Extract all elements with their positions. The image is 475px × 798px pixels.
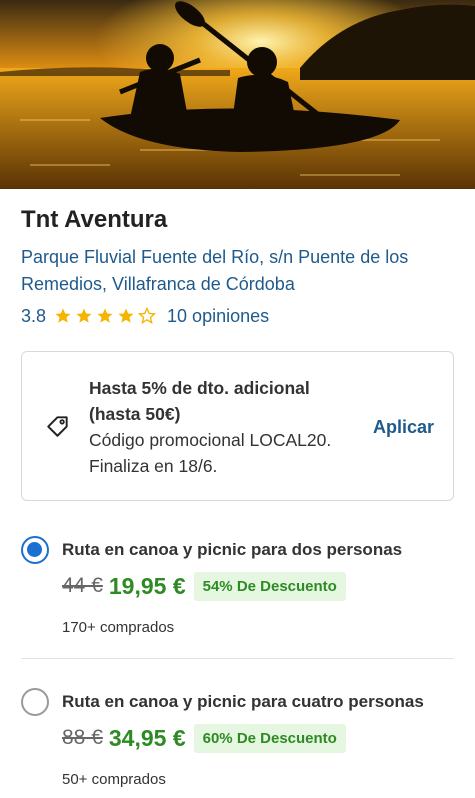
business-name: Tnt Aventura: [21, 206, 168, 233]
kayak-sunset-photo: [0, 0, 475, 189]
option-title: Ruta en canoa y picnic para cuatro perso…: [62, 692, 424, 711]
purchase-count: 170+ comprados: [62, 619, 175, 636]
promo-details: Código promocional LOCAL20. Finaliza en …: [89, 430, 332, 476]
rating-stars: [54, 307, 159, 325]
option-radio-selected[interactable]: [21, 536, 49, 564]
promo-card: Hasta 5% de dto. adicional (hasta 50€) C…: [21, 351, 454, 501]
price-row: 88 € 34,95 € 60% De Descuento: [62, 722, 346, 754]
discounted-price: 19,95 €: [108, 572, 186, 599]
apply-promo-button[interactable]: Aplicar: [373, 417, 434, 438]
purchase-count: 50+ comprados: [62, 771, 166, 788]
original-price: 44 €: [62, 574, 103, 597]
rating-row[interactable]: 3.8 10 opiniones: [21, 305, 269, 327]
option-divider: [21, 658, 454, 659]
discount-badge: 60% De Descuento: [193, 723, 346, 753]
option-title: Ruta en canoa y picnic para dos personas: [62, 540, 403, 559]
hero-image: [0, 0, 475, 189]
star-full-icon: [76, 308, 92, 323]
business-address[interactable]: Parque Fluvial Fuente del Río, s/n Puent…: [21, 244, 451, 298]
star-empty-icon: [138, 307, 157, 325]
star-full-icon: [55, 308, 71, 323]
rating-score: 3.8: [21, 305, 47, 326]
star-full-icon: [118, 308, 134, 323]
original-price: 88 €: [62, 726, 103, 749]
tag-icon: [47, 416, 68, 437]
discount-badge: 54% De Descuento: [193, 571, 346, 601]
reviews-link[interactable]: 10 opiniones: [167, 306, 269, 327]
option-radio-unselected[interactable]: [21, 688, 49, 716]
discounted-price: 34,95 €: [108, 724, 186, 751]
promo-headline: Hasta 5% de dto. adicional (hasta 50€): [89, 378, 310, 424]
star-full-icon: [97, 308, 113, 323]
promo-text: Hasta 5% de dto. adicional (hasta 50€) C…: [89, 375, 359, 479]
price-row: 44 € 19,95 € 54% De Descuento: [62, 570, 346, 602]
